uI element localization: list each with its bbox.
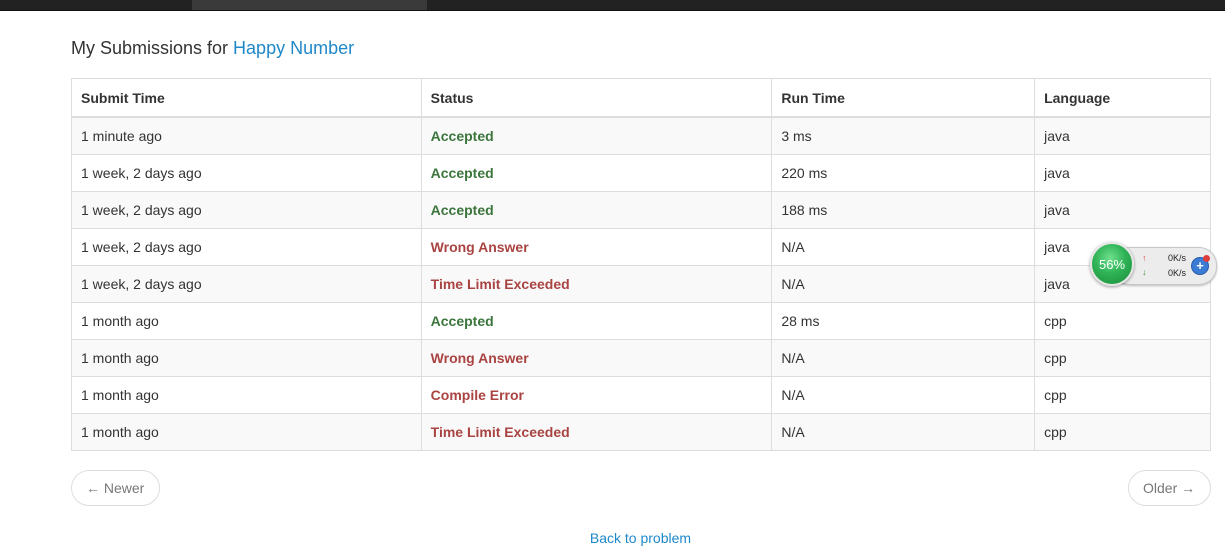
- run-time-cell: N/A: [771, 228, 1036, 266]
- run-time-cell: 28 ms: [771, 302, 1036, 340]
- run-time-cell: N/A: [771, 339, 1036, 377]
- submissions-table: Submit Time Status Run Time Language 1 m…: [71, 78, 1211, 451]
- table-row: 1 month ago Time Limit Exceeded N/A cpp: [71, 413, 1211, 451]
- upload-arrow-icon: ↑: [1142, 253, 1147, 263]
- notification-dot-icon: [1203, 255, 1210, 262]
- language-cell: java: [1034, 191, 1211, 229]
- submit-time-cell: 1 minute ago: [71, 116, 422, 155]
- usage-percent-ball[interactable]: 56%: [1090, 242, 1134, 286]
- older-button[interactable]: Older →: [1128, 470, 1211, 506]
- status-link[interactable]: Accepted: [420, 191, 773, 229]
- submit-time-cell: 1 month ago: [71, 339, 422, 377]
- table-row: 1 month ago Accepted 28 ms cpp: [71, 302, 1211, 340]
- table-header-row: Submit Time Status Run Time Language: [71, 78, 1211, 118]
- submit-time-cell: 1 week, 2 days ago: [71, 228, 422, 266]
- download-speed: 0K/s: [1168, 268, 1187, 278]
- top-navbar: [0, 0, 1225, 11]
- page-title: My Submissions for Happy Number: [71, 38, 354, 59]
- run-time-cell: 220 ms: [771, 154, 1036, 192]
- table-row: 1 week, 2 days ago Accepted 220 ms java: [71, 154, 1211, 192]
- status-link[interactable]: Time Limit Exceeded: [420, 413, 773, 451]
- submit-time-cell: 1 month ago: [71, 413, 422, 451]
- download-arrow-icon: ↓: [1142, 267, 1147, 277]
- submit-time-cell: 1 month ago: [71, 376, 422, 414]
- upload-speed: 0K/s: [1168, 253, 1187, 263]
- status-link[interactable]: Accepted: [420, 302, 773, 340]
- newer-button[interactable]: ← Newer: [71, 470, 160, 506]
- table-row: 1 minute ago Accepted 3 ms java: [71, 116, 1211, 155]
- table-row: 1 week, 2 days ago Accepted 188 ms java: [71, 191, 1211, 229]
- language-cell: java: [1034, 116, 1211, 155]
- problem-link[interactable]: Happy Number: [233, 38, 354, 58]
- submit-time-cell: 1 week, 2 days ago: [71, 265, 422, 303]
- column-header-run-time: Run Time: [771, 78, 1036, 118]
- submit-time-cell: 1 month ago: [71, 302, 422, 340]
- table-row: 1 month ago Compile Error N/A cpp: [71, 376, 1211, 414]
- back-to-problem-link[interactable]: Back to problem: [0, 530, 1225, 546]
- language-cell: java: [1034, 154, 1211, 192]
- page-title-prefix: My Submissions for: [71, 38, 234, 58]
- column-header-language: Language: [1034, 78, 1211, 118]
- status-link[interactable]: Accepted: [420, 116, 773, 155]
- submit-time-cell: 1 week, 2 days ago: [71, 154, 422, 192]
- table-row: 1 month ago Wrong Answer N/A cpp: [71, 339, 1211, 377]
- language-cell: cpp: [1034, 376, 1211, 414]
- status-link[interactable]: Accepted: [420, 154, 773, 192]
- status-link[interactable]: Compile Error: [420, 376, 773, 414]
- submit-time-cell: 1 week, 2 days ago: [71, 191, 422, 229]
- language-cell: cpp: [1034, 302, 1211, 340]
- column-header-status: Status: [420, 78, 773, 118]
- language-cell: cpp: [1034, 413, 1211, 451]
- network-speed-widget[interactable]: 56% ↑ ↓ 0K/s 0K/s +: [1090, 242, 1217, 288]
- run-time-cell: 3 ms: [771, 116, 1036, 155]
- table-row: 1 week, 2 days ago Time Limit Exceeded N/A…: [71, 265, 1211, 303]
- run-time-cell: N/A: [771, 265, 1036, 303]
- run-time-cell: N/A: [771, 413, 1036, 451]
- language-cell: cpp: [1034, 339, 1211, 377]
- table-row: 1 week, 2 days ago Wrong Answer N/A java: [71, 228, 1211, 266]
- column-header-submit-time: Submit Time: [71, 78, 422, 118]
- status-link[interactable]: Wrong Answer: [420, 228, 773, 266]
- run-time-cell: N/A: [771, 376, 1036, 414]
- status-link[interactable]: Time Limit Exceeded: [420, 265, 773, 303]
- run-time-cell: 188 ms: [771, 191, 1036, 229]
- navbar-active-tab[interactable]: [192, 0, 427, 10]
- status-link[interactable]: Wrong Answer: [420, 339, 773, 377]
